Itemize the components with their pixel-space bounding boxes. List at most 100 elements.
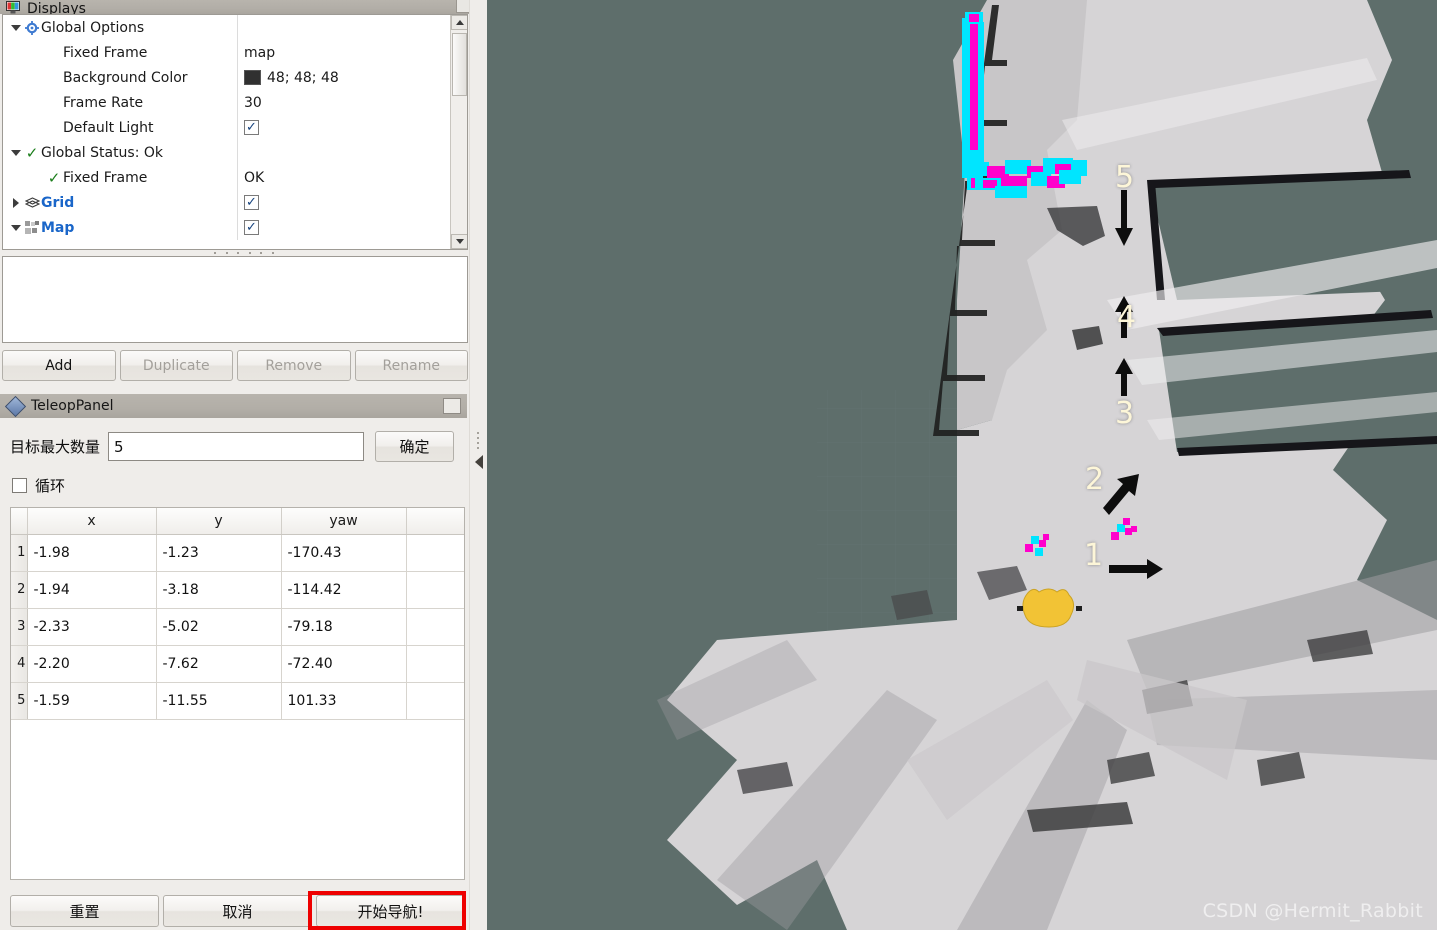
tree-row-value[interactable]: ✓ — [237, 190, 452, 215]
expander-expand-icon[interactable] — [9, 198, 23, 208]
teleop-action-buttons: 重置取消开始导航! — [10, 895, 465, 927]
tree-row-label: Frame Rate — [63, 95, 143, 111]
display-tree-scrollbar[interactable] — [450, 15, 467, 249]
check-icon: ✓ — [45, 169, 63, 187]
cell-pad — [406, 682, 465, 719]
column-header-yaw[interactable]: yaw — [281, 508, 406, 534]
goals-table-body: 1-1.98-1.23-170.432-1.94-3.18-114.423-2.… — [11, 534, 465, 719]
row-index[interactable]: 1 — [11, 534, 27, 571]
tree-row-fixed-frame[interactable]: Fixed Framemap — [3, 40, 449, 65]
duplicate-button: Duplicate — [120, 350, 234, 381]
dock-collapse-handle[interactable] — [469, 0, 487, 930]
cell-x[interactable]: -1.98 — [27, 534, 156, 571]
check-icon: ✓ — [23, 144, 41, 162]
cell-yaw[interactable]: -114.42 — [281, 571, 406, 608]
table-row[interactable]: 1-1.98-1.23-170.43 — [11, 534, 465, 571]
table-row[interactable]: 4-2.20-7.62-72.40 — [11, 645, 465, 682]
displays-title-bar: Displays — [0, 0, 487, 14]
tree-row-value[interactable]: ✓ — [237, 215, 452, 240]
cell-x[interactable]: -1.94 — [27, 571, 156, 608]
table-row[interactable]: 2-1.94-3.18-114.42 — [11, 571, 465, 608]
tree-row-value: map — [237, 40, 452, 65]
cell-y[interactable]: -7.62 — [156, 645, 281, 682]
tree-checkbox[interactable]: ✓ — [244, 220, 259, 235]
row-index[interactable]: 5 — [11, 682, 27, 719]
remove-button: Remove — [237, 350, 351, 381]
cell-pad — [406, 645, 465, 682]
cell-x[interactable]: -1.59 — [27, 682, 156, 719]
reset-button[interactable]: 重置 — [10, 895, 159, 927]
tree-row-map[interactable]: Map ✓ — [3, 215, 449, 240]
expander-collapse-icon[interactable] — [9, 25, 23, 31]
loop-row[interactable]: 循环 — [12, 475, 65, 496]
expander-collapse-icon[interactable] — [9, 150, 23, 156]
handle-grip-dots — [477, 432, 479, 452]
cell-y[interactable]: -1.23 — [156, 534, 281, 571]
column-header-y[interactable]: y — [156, 508, 281, 534]
display-description-box — [2, 256, 468, 343]
row-index[interactable]: 4 — [11, 645, 27, 682]
rviz-3d-view[interactable]: 1 2 3 4 5 CSDN @Hermit_Rabbit — [487, 0, 1437, 930]
cell-pad — [406, 608, 465, 645]
scroll-down-button[interactable] — [451, 234, 468, 249]
column-header-pad — [406, 508, 465, 534]
cell-yaw[interactable]: -72.40 — [281, 645, 406, 682]
tree-row-value[interactable]: ✓ — [237, 115, 452, 140]
tree-row-fixed-frame[interactable]: ✓Fixed FrameOK — [3, 165, 449, 190]
expander-collapse-icon[interactable] — [9, 225, 23, 231]
displays-title-label: Displays — [27, 3, 86, 14]
cell-yaw[interactable]: -79.18 — [281, 608, 406, 645]
goals-table-container[interactable]: x y yaw 1-1.98-1.23-170.432-1.94-3.18-11… — [10, 507, 465, 880]
tree-row-value — [237, 140, 452, 165]
tree-row-global-status-ok[interactable]: ✓Global Status: Ok — [3, 140, 449, 165]
cell-y[interactable]: -11.55 — [156, 682, 281, 719]
goal-count-label: 目标最大数量 — [10, 436, 100, 457]
tree-row-label: Grid — [41, 195, 74, 211]
start-navigation-button[interactable]: 开始导航! — [316, 895, 465, 927]
rename-button: Rename — [355, 350, 469, 381]
tree-row-background-color[interactable]: Background Color48; 48; 48 — [3, 65, 449, 90]
tree-row-label: Map — [41, 220, 74, 236]
row-index[interactable]: 3 — [11, 608, 27, 645]
scrollbar-thumb[interactable] — [452, 33, 467, 96]
loop-label: 循环 — [35, 475, 65, 496]
occupancy-map — [487, 0, 1437, 930]
tree-row-value: 30 — [237, 90, 452, 115]
cell-x[interactable]: -2.20 — [27, 645, 156, 682]
goal-count-input[interactable] — [108, 432, 364, 461]
display-tree[interactable]: Global OptionsFixed FramemapBackground C… — [2, 14, 468, 250]
scroll-up-button[interactable] — [451, 15, 468, 30]
displays-dock: Displays Global OptionsFixed FramemapBac… — [0, 0, 487, 930]
loop-checkbox[interactable] — [12, 478, 27, 493]
table-corner-cell[interactable] — [11, 508, 27, 534]
goals-table-head: x y yaw — [11, 508, 465, 534]
teleop-panel-title-bar: TeleopPanel — [0, 394, 467, 418]
cell-y[interactable]: -3.18 — [156, 571, 281, 608]
tree-checkbox[interactable]: ✓ — [244, 120, 259, 135]
splitter-grip[interactable] — [214, 250, 274, 255]
table-row[interactable]: 3-2.33-5.02-79.18 — [11, 608, 465, 645]
diamond-icon — [5, 395, 26, 416]
monitor-icon — [6, 1, 22, 14]
collapse-arrow-icon — [475, 455, 483, 469]
confirm-button[interactable]: 确定 — [375, 431, 454, 462]
tree-row-global-options[interactable]: Global Options — [3, 15, 449, 40]
column-header-x[interactable]: x — [27, 508, 156, 534]
cell-yaw[interactable]: -170.43 — [281, 534, 406, 571]
cell-yaw[interactable]: 101.33 — [281, 682, 406, 719]
cell-x[interactable]: -2.33 — [27, 608, 156, 645]
cancel-button[interactable]: 取消 — [163, 895, 312, 927]
tree-row-default-light[interactable]: Default Light✓ — [3, 115, 449, 140]
gear-icon — [23, 21, 41, 35]
add-button[interactable]: Add — [2, 350, 116, 381]
tree-row-grid[interactable]: Grid ✓ — [3, 190, 449, 215]
map-icon — [23, 221, 41, 234]
table-row[interactable]: 5-1.59-11.55101.33 — [11, 682, 465, 719]
teleop-float-button[interactable] — [443, 398, 461, 414]
cell-y[interactable]: -5.02 — [156, 608, 281, 645]
tree-row-frame-rate[interactable]: Frame Rate 30 — [3, 90, 449, 115]
row-index[interactable]: 2 — [11, 571, 27, 608]
grid-icon — [23, 197, 41, 208]
color-swatch[interactable] — [244, 70, 261, 85]
tree-checkbox[interactable]: ✓ — [244, 195, 259, 210]
